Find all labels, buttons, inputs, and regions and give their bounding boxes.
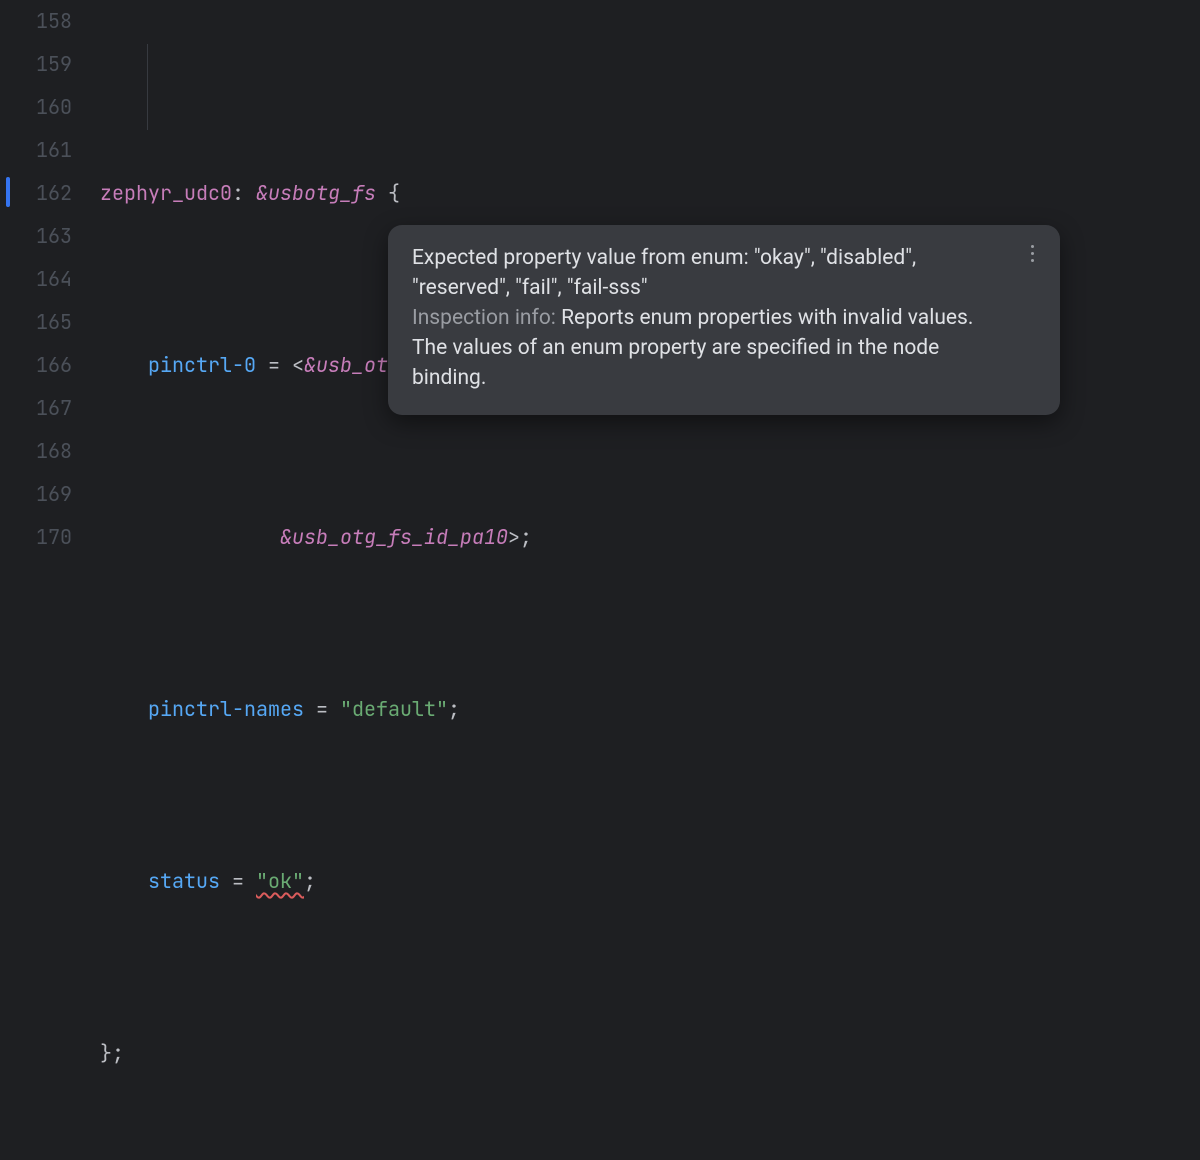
line-number: 163 xyxy=(0,215,72,258)
line-number: 166 xyxy=(0,344,72,387)
punct: ; xyxy=(448,696,460,722)
property-name: pinctrl-names xyxy=(148,696,304,722)
line-number: 167 xyxy=(0,387,72,430)
line-number: 158 xyxy=(0,0,72,43)
string-literal: "default" xyxy=(340,696,448,722)
line-number: 161 xyxy=(0,129,72,172)
tooltip-message: Expected property value from enum: "okay… xyxy=(412,243,1012,303)
line-number: 169 xyxy=(0,473,72,516)
punct: }; xyxy=(100,1040,124,1066)
line-number: 165 xyxy=(0,301,72,344)
tooltip-info: Inspection info: Reports enum properties… xyxy=(412,303,1012,393)
line-number: 164 xyxy=(0,258,72,301)
punct: = xyxy=(220,868,256,894)
code-line: zephyr_udc0: &usbotg_fs { xyxy=(100,172,1200,215)
punct: { xyxy=(376,180,400,206)
node-ref: &usbotg_fs xyxy=(256,180,376,206)
caret-line-marker xyxy=(6,177,10,207)
punct: : xyxy=(232,180,256,206)
property-name: pinctrl-0 xyxy=(148,352,256,378)
inspection-tooltip: Expected property value from enum: "okay… xyxy=(388,225,1060,415)
code-line: &usb_otg_fs_id_pa10>; xyxy=(100,516,1200,559)
tooltip-info-label: Inspection info: xyxy=(412,306,556,330)
line-number: 168 xyxy=(0,430,72,473)
line-number-gutter: 158159160161162163164165166167168169170 xyxy=(0,0,100,580)
punct: = xyxy=(304,696,340,722)
code-line: status = "ok"; xyxy=(100,860,1200,903)
more-actions-icon[interactable] xyxy=(1022,239,1042,267)
punct: >; xyxy=(508,524,532,550)
line-number: 160 xyxy=(0,86,72,129)
property-name: status xyxy=(148,868,220,894)
punct: ; xyxy=(304,868,316,894)
line-number: 159 xyxy=(0,43,72,86)
punct: = < xyxy=(256,352,304,378)
indent-guide xyxy=(147,44,148,130)
node-label: zephyr_udc0 xyxy=(100,180,232,206)
code-line: pinctrl-names = "default"; xyxy=(100,688,1200,731)
string-literal-error[interactable]: "ok" xyxy=(256,868,304,894)
code-line: }; xyxy=(100,1032,1200,1075)
phandle-ref: &usb_otg_fs_id_pa10 xyxy=(280,524,508,550)
line-number: 170 xyxy=(0,516,72,559)
line-number: 162 xyxy=(0,172,72,215)
